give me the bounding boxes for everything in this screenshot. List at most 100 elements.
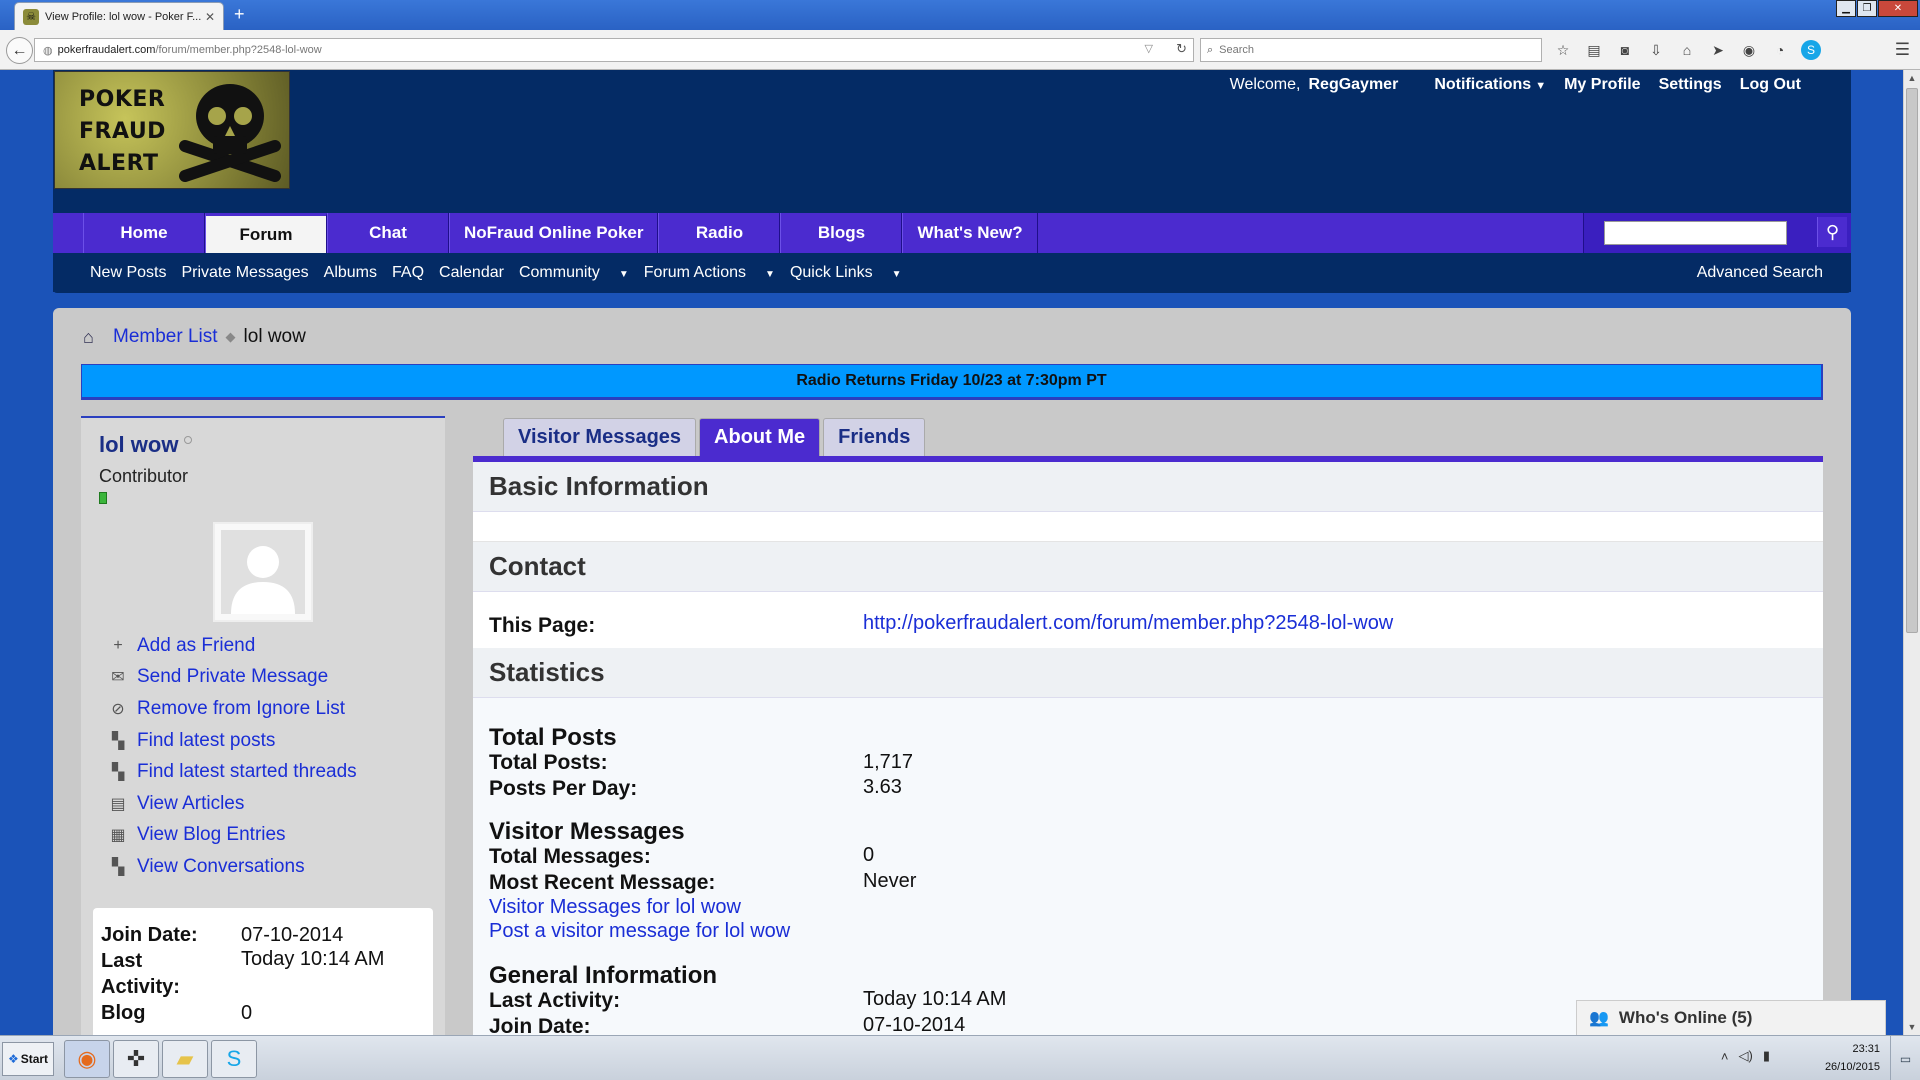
network-icon[interactable]: ▮ — [1763, 1048, 1770, 1064]
scroll-up-icon[interactable]: ▲ — [1904, 70, 1920, 86]
sub-nav-private-messages[interactable]: Private Messages — [181, 264, 308, 282]
volume-icon[interactable]: ◁) — [1739, 1048, 1753, 1064]
tab-about-me[interactable]: About Me — [699, 418, 821, 456]
user-bar: Welcome, RegGaymer Notifications ▼ My Pro… — [1230, 76, 1801, 94]
contact-heading: Contact — [473, 542, 1823, 592]
action-label: Remove from Ignore List — [137, 697, 346, 719]
skype-taskbar-button[interactable]: S — [211, 1040, 257, 1078]
clock[interactable]: 23:31 26/10/2015 — [1825, 1040, 1880, 1076]
scroll-down-icon[interactable]: ▼ — [1904, 1019, 1920, 1035]
sub-nav-albums[interactable]: Albums — [324, 264, 377, 282]
explorer-taskbar-button[interactable]: ▰ — [162, 1040, 208, 1078]
tab-home[interactable]: Home — [83, 213, 205, 253]
sub-nav-quick-links[interactable]: Quick Links ▼ — [790, 264, 902, 282]
settings-link[interactable]: Settings — [1659, 76, 1722, 94]
reading-list-icon[interactable]: ▤ — [1584, 40, 1604, 60]
download-icon[interactable]: ⇩ — [1646, 40, 1666, 60]
menu-icon[interactable]: ☰ — [1895, 40, 1910, 60]
scrollbar-thumb[interactable] — [1906, 88, 1918, 633]
minimize-button[interactable]: ▁ — [1836, 0, 1856, 17]
pocket-icon[interactable]: ◙ — [1615, 40, 1635, 60]
view-articles-link[interactable]: ▤ View Articles — [109, 788, 357, 820]
total-messages-value: 0 — [863, 844, 875, 866]
firefox-taskbar-button[interactable]: ◉ — [64, 1040, 110, 1078]
home-icon[interactable]: ⌂ — [1677, 40, 1697, 60]
caret-down-icon: ▼ — [618, 269, 629, 280]
posts-per-day-value: 3.63 — [863, 776, 902, 798]
blog-label: Blog — [101, 1002, 146, 1024]
reload-icon[interactable]: ↻ — [1176, 41, 1187, 57]
home-icon[interactable]: ⌂ — [83, 327, 105, 347]
this-page-url-link[interactable]: http://pokerfraudalert.com/forum/member.… — [863, 612, 1393, 635]
tab-nofraud-online-poker[interactable]: NoFraud Online Poker — [449, 213, 659, 253]
notifications-link[interactable]: Notifications ▼ — [1416, 76, 1546, 94]
new-tab-button[interactable]: + — [234, 5, 245, 23]
breadcrumb-member-list[interactable]: Member List — [113, 326, 218, 348]
general-last-activity-label: Last Activity: — [489, 989, 621, 1012]
username-link[interactable]: RegGaymer — [1308, 76, 1398, 94]
view-blog-entries-link[interactable]: ▦ View Blog Entries — [109, 820, 357, 852]
site-search-button[interactable]: ⚲ — [1817, 217, 1847, 247]
logo-text: POKER FRAUD ALERT — [79, 87, 166, 176]
tab-chat[interactable]: Chat — [327, 213, 449, 253]
log-out-link[interactable]: Log Out — [1740, 76, 1801, 94]
my-profile-link[interactable]: My Profile — [1564, 76, 1640, 94]
tab-visitor-messages[interactable]: Visitor Messages — [503, 418, 697, 456]
tab-blogs[interactable]: Blogs — [780, 213, 903, 253]
url-bar[interactable]: ◍ pokerfraudalert.com/forum/member.php?2… — [34, 38, 1194, 62]
send-icon[interactable]: ➤ — [1708, 40, 1728, 60]
users-icon: 👥 — [1589, 1010, 1609, 1027]
profile-actions: + Add as Friend ✉ Send Private Message ⊘ Re… — [109, 630, 357, 883]
url-dropdown-icon[interactable]: ▽ — [1145, 42, 1153, 55]
browser-tab[interactable]: ☠ View Profile: lol wow - Poker F... ✕ — [14, 2, 224, 30]
welcome-text: Welcome, — [1229, 76, 1301, 93]
visitor-messages-link[interactable]: Visitor Messages for lol wow — [489, 896, 741, 919]
profile-tabs: Visitor Messages About Me Friends — [503, 418, 928, 456]
chat-icon[interactable]: ◔ — [1770, 40, 1790, 60]
sub-nav-community[interactable]: Community ▼ — [519, 264, 629, 282]
whos-online-button[interactable]: 👥 Who's Online (5) — [1576, 1000, 1886, 1035]
this-page-label: This Page: — [489, 614, 596, 637]
find-latest-posts-link[interactable]: ▚ Find latest posts — [109, 725, 357, 757]
articles-icon: ▤ — [110, 795, 126, 813]
star-icon[interactable]: ☆ — [1553, 40, 1573, 60]
show-desktop-button[interactable]: ▭ — [1890, 1036, 1920, 1080]
site-search-input[interactable] — [1604, 221, 1787, 245]
close-window-button[interactable]: ✕ — [1878, 0, 1918, 17]
maximize-button[interactable]: ❐ — [1857, 0, 1877, 17]
sub-nav-calendar[interactable]: Calendar — [439, 264, 504, 282]
find-latest-threads-link[interactable]: ▚ Find latest started threads — [109, 756, 357, 788]
tab-radio[interactable]: Radio — [658, 213, 781, 253]
view-conversations-link[interactable]: ▚ View Conversations — [109, 851, 357, 883]
tab-whats-new[interactable]: What's New? — [902, 213, 1038, 253]
back-button[interactable]: ← — [6, 37, 33, 64]
adblock-icon[interactable]: ◉ — [1739, 40, 1759, 60]
most-recent-message-label: Most Recent Message: — [489, 871, 716, 894]
back-arrow-icon: ← — [11, 41, 28, 59]
community-label: Community — [518, 264, 600, 281]
add-as-friend-link[interactable]: + Add as Friend — [109, 630, 357, 662]
advanced-search-link[interactable]: Advanced Search — [1697, 264, 1823, 282]
quick-links-label: Quick Links — [789, 264, 873, 281]
tray-expand-icon[interactable]: ˄ — [1721, 1049, 1729, 1064]
send-private-message-link[interactable]: ✉ Send Private Message — [109, 662, 357, 694]
sub-nav-faq[interactable]: FAQ — [392, 264, 424, 282]
browser-search-input[interactable]: ⌕ Search — [1200, 38, 1542, 62]
sub-nav-forum-actions[interactable]: Forum Actions ▼ — [644, 264, 775, 282]
action-label: Add as Friend — [137, 634, 256, 656]
skype-icon[interactable]: S — [1801, 40, 1821, 60]
tab-friends[interactable]: Friends — [823, 418, 926, 456]
remove-from-ignore-list-link[interactable]: ⊘ Remove from Ignore List — [109, 693, 357, 725]
page-scrollbar[interactable]: ▲ ▼ — [1903, 70, 1920, 1035]
about-me-panel: Basic Information Contact This Page: htt… — [473, 456, 1823, 1035]
sub-nav-new-posts[interactable]: New Posts — [90, 264, 166, 282]
post-visitor-message-link[interactable]: Post a visitor message for lol wow — [489, 920, 790, 943]
site-logo[interactable]: POKER FRAUD ALERT — [54, 71, 290, 189]
start-button[interactable]: ❖ Start — [2, 1042, 54, 1076]
tab-forum[interactable]: Forum — [205, 213, 327, 253]
action-label: View Conversations — [137, 855, 305, 877]
gamepad-taskbar-button[interactable]: ✜ — [113, 1040, 159, 1078]
tab-close-icon[interactable]: ✕ — [205, 10, 215, 24]
total-posts-label: Total Posts: — [489, 751, 608, 774]
forum-actions-label: Forum Actions — [643, 264, 747, 281]
